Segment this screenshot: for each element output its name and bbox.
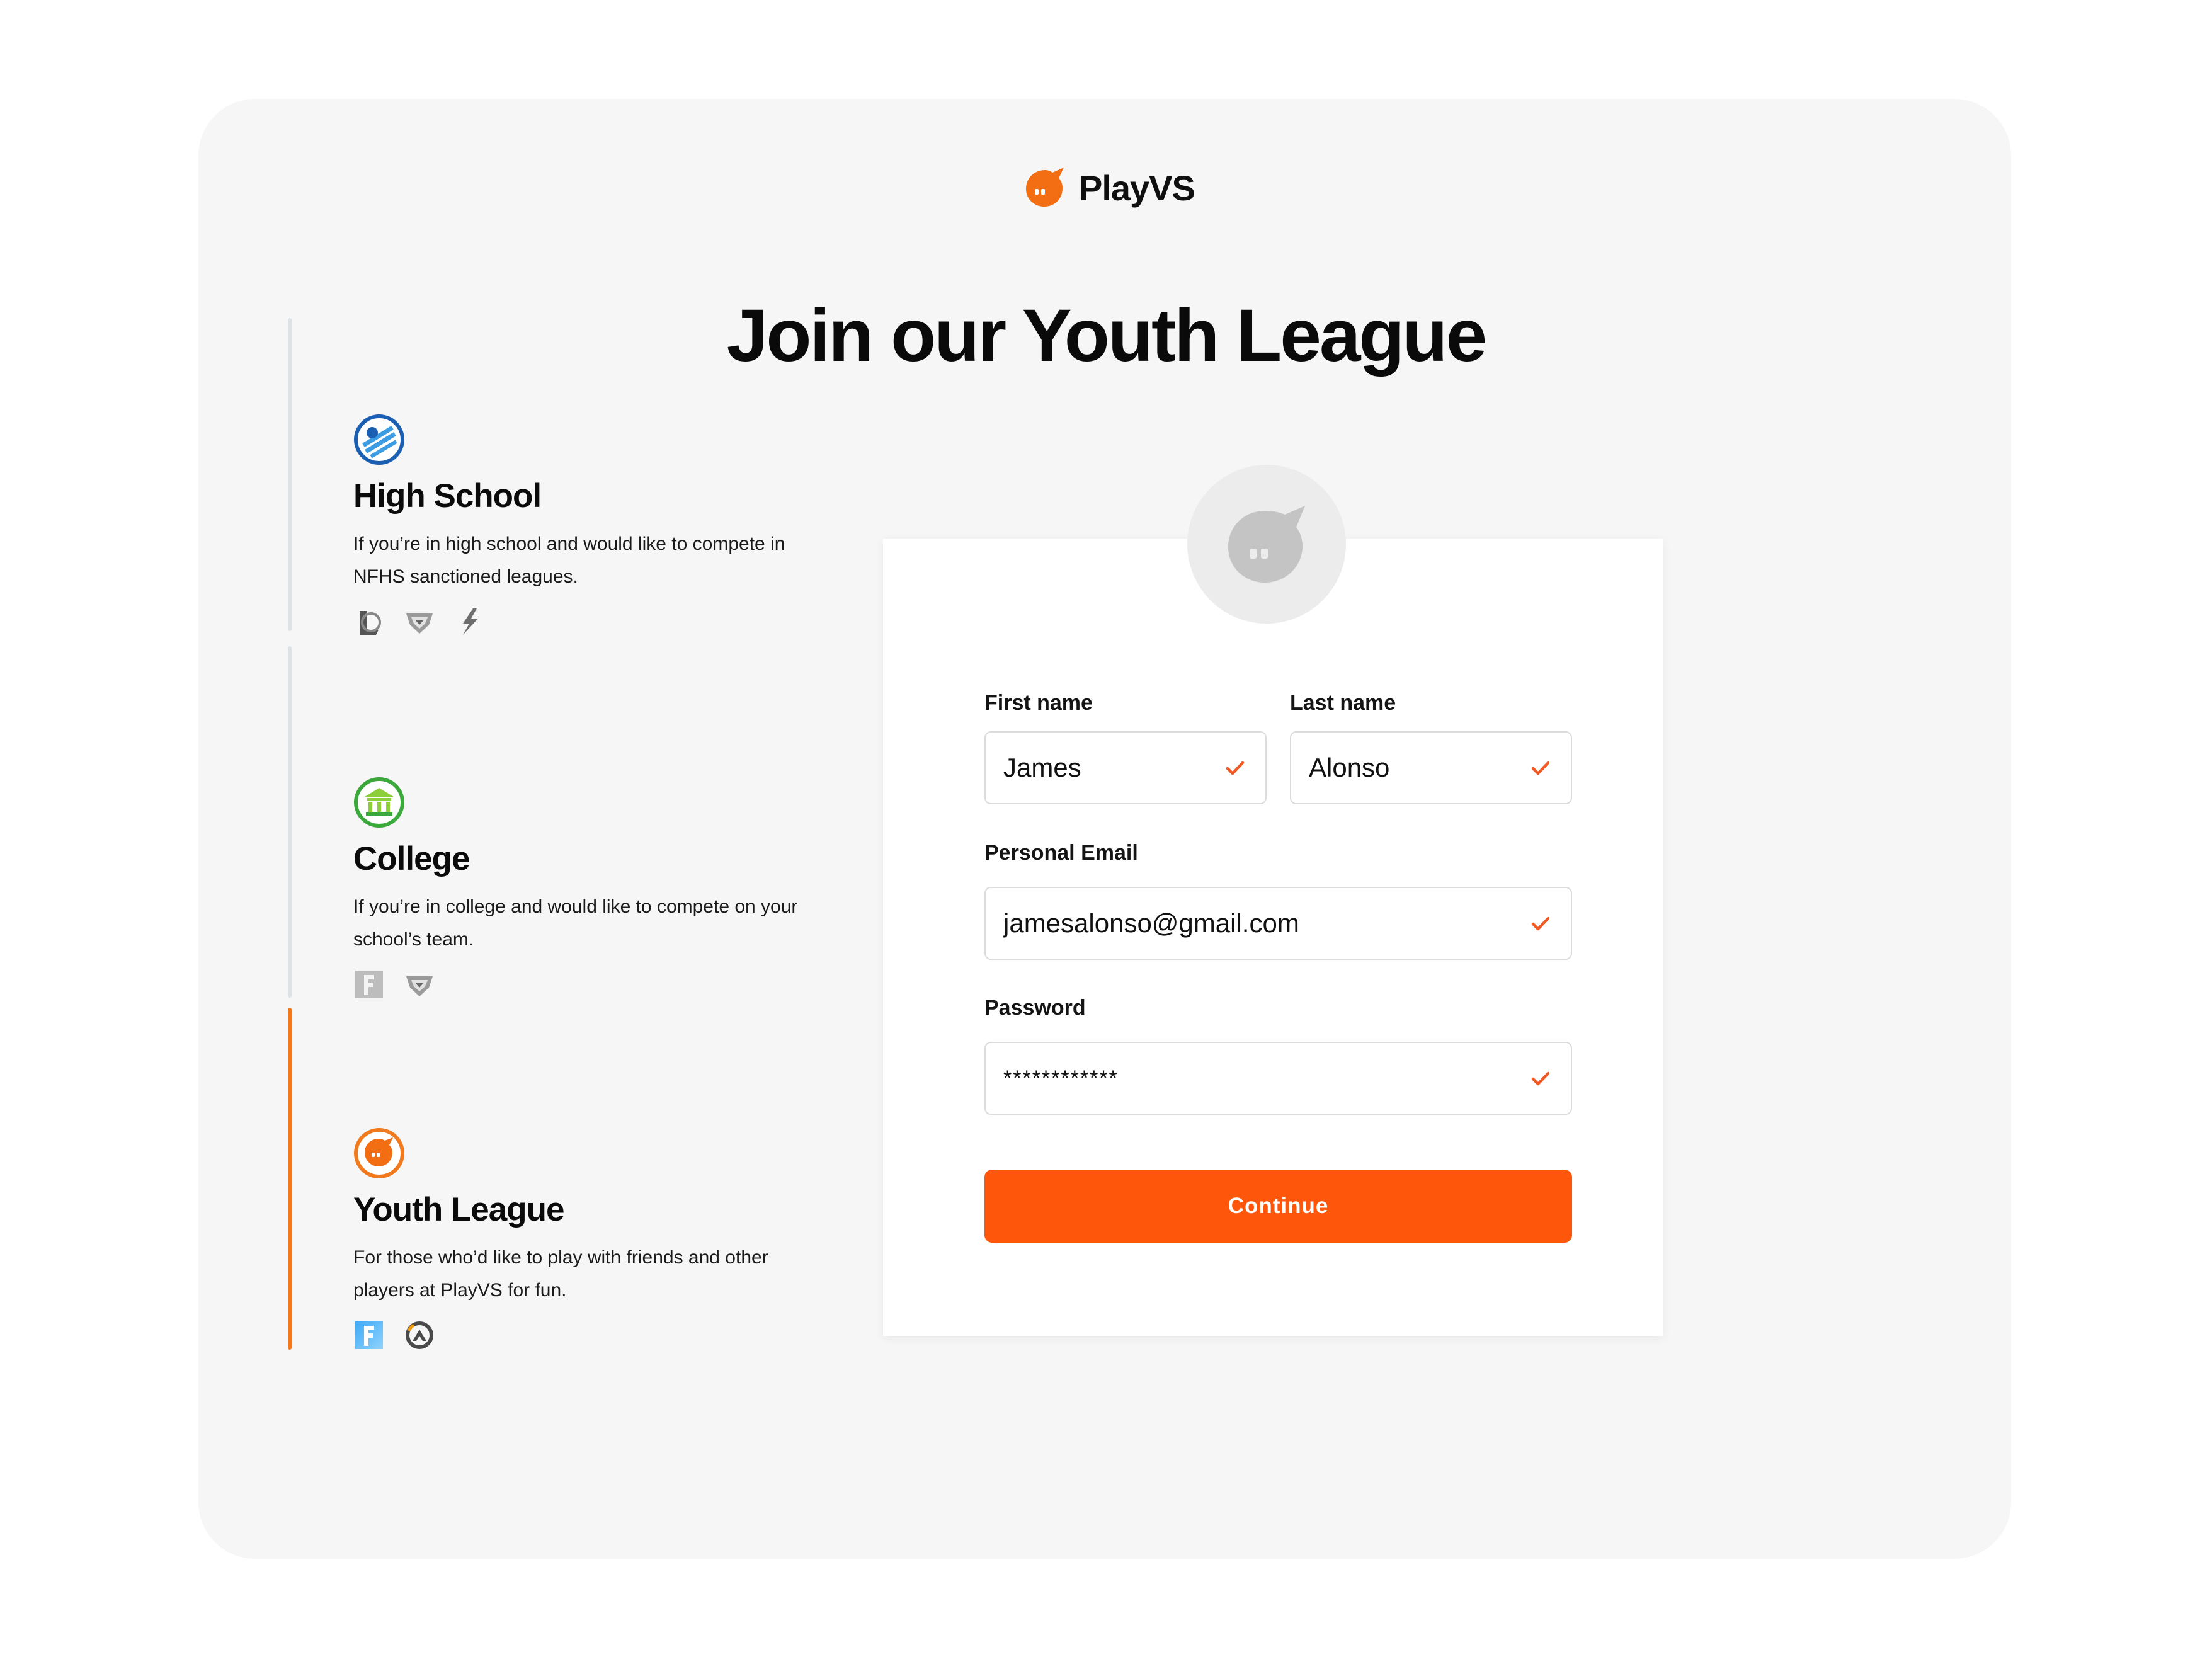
league-of-legends-icon [353,606,385,637]
first-name-value: James [1003,753,1081,782]
step-rail-youth-league-active [288,1008,292,1350]
check-icon [1226,761,1245,775]
overwatch-icon [404,1320,435,1351]
league-description: For those who’d like to play with friend… [353,1247,768,1301]
league-title: College [353,840,470,877]
password-label: Password [984,996,1086,1020]
league-option-college[interactable]: College If you’re in college and would l… [353,777,832,1000]
rocket-league-icon [404,606,435,637]
first-name-field[interactable]: James [984,731,1267,804]
last-name-value: Alonso [1309,753,1390,782]
continue-button[interactable]: Continue [984,1170,1572,1243]
step-rail-college [288,646,292,998]
playvs-placeholder-icon [1228,506,1305,583]
playvs-logo-icon [1026,168,1064,207]
league-option-high-school[interactable]: High School If you’re in high school and… [353,414,832,637]
game-icon-list [353,606,832,637]
first-name-label: First name [984,691,1093,715]
password-value: ************ [1003,1066,1119,1090]
check-icon [1531,761,1550,775]
league-title: Youth League [353,1191,564,1228]
league-title: High School [353,477,542,515]
smite-icon [454,606,486,637]
check-icon [1531,1071,1550,1086]
game-icon-list [353,1320,832,1351]
rocket-league-icon [404,969,435,1000]
step-rail-high-school [288,318,292,631]
check-icon [1531,916,1550,931]
college-icon [353,777,405,828]
fortnite-icon [353,1320,385,1351]
league-description: If you’re in college and would like to c… [353,896,798,950]
playvs-logo[interactable]: PlayVS [1022,162,1195,213]
email-label: Personal Email [984,841,1138,865]
page-title: Join our Youth League [726,294,1487,377]
game-icon-list [353,969,832,1000]
youth-league-icon [353,1127,405,1179]
league-option-youth-league[interactable]: Youth League For those who’d like to pla… [353,1127,832,1351]
last-name-label: Last name [1290,691,1396,715]
last-name-field[interactable]: Alonso [1290,731,1572,804]
email-value: jamesalonso@gmail.com [1003,908,1299,938]
email-field[interactable]: jamesalonso@gmail.com [984,887,1572,960]
avatar [1187,465,1346,624]
fortnite-icon [353,969,385,1000]
password-field[interactable]: ************ [984,1042,1572,1115]
brand-name: PlayVS [1079,168,1195,208]
high-school-icon [353,414,405,465]
league-description: If you’re in high school and would like … [353,533,785,587]
